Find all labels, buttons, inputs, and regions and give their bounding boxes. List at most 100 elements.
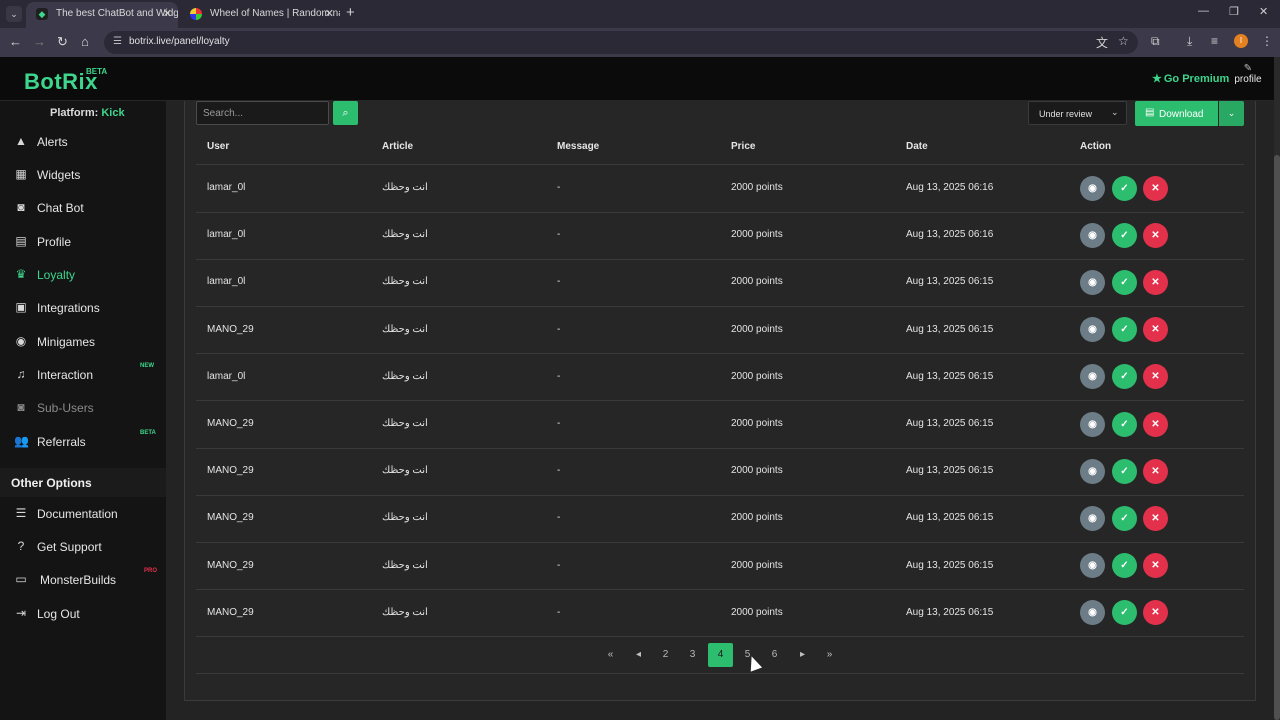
- sidebar-item-log-out[interactable]: ⇥ Log Out: [0, 599, 166, 629]
- sidebar-item-documentation[interactable]: ☰ Documentation: [0, 499, 166, 529]
- download-icon[interactable]: ⤓: [1187, 34, 1192, 49]
- reload-icon[interactable]: ↻: [57, 34, 68, 50]
- approve-button[interactable]: ✓: [1112, 317, 1137, 343]
- prev-page-icon[interactable]: ◂: [626, 643, 651, 667]
- browser-tab[interactable]: Wheel of Names | Random nam ✕: [180, 2, 340, 28]
- forward-icon[interactable]: →: [33, 34, 46, 49]
- cell-message: -: [557, 418, 561, 429]
- view-button[interactable]: ◉: [1080, 505, 1105, 531]
- question-icon: ?: [17, 539, 25, 553]
- sidebar-item-chat-bot[interactable]: ◙ Chat Bot: [0, 193, 166, 223]
- status-filter-value: Under review: [1039, 109, 1093, 119]
- page-2-link[interactable]: 2: [653, 643, 678, 667]
- sidebar-item-interaction[interactable]: ♫ Interaction NEW: [0, 360, 166, 390]
- view-button[interactable]: ◉: [1080, 458, 1105, 484]
- minimize-icon[interactable]: —: [1198, 5, 1209, 17]
- sidebar-item-alerts[interactable]: ▲ Alerts: [0, 127, 166, 157]
- status-filter-select[interactable]: Under review ⌄: [1028, 101, 1127, 125]
- check-icon: ✓: [1120, 465, 1129, 477]
- sidebar-item-integrations[interactable]: ▣ Integrations: [0, 293, 166, 323]
- column-header-price[interactable]: Price: [731, 141, 755, 152]
- profile-link[interactable]: ✎ profile: [1232, 64, 1264, 86]
- cell-price: 2000 points: [731, 182, 783, 193]
- download-dropdown-toggle[interactable]: ⌄: [1219, 101, 1244, 126]
- first-page-icon[interactable]: «: [598, 643, 623, 667]
- view-button[interactable]: ◉: [1080, 411, 1105, 437]
- reject-button[interactable]: ✕: [1143, 458, 1168, 484]
- reject-button[interactable]: ✕: [1143, 222, 1168, 248]
- cell-price: 2000 points: [731, 323, 783, 335]
- reject-button[interactable]: ✕: [1143, 553, 1168, 579]
- page-scrollbar-thumb[interactable]: [1274, 155, 1280, 720]
- approve-button[interactable]: ✓: [1112, 553, 1137, 579]
- view-button[interactable]: ◉: [1080, 222, 1105, 248]
- cell-article: انت وحظك: [382, 512, 428, 524]
- cell-price: 2000 points: [731, 465, 783, 477]
- go-premium-link[interactable]: ★ Go Premium: [1152, 72, 1229, 85]
- home-icon[interactable]: ⌂: [81, 34, 89, 49]
- next-page-icon[interactable]: ▸: [790, 643, 815, 667]
- back-icon[interactable]: ←: [9, 34, 22, 49]
- browser-profile-avatar[interactable]: I: [1234, 34, 1248, 48]
- sidebar-item-monsterbuilds[interactable]: ▭ MonsterBuilds PRO: [0, 565, 166, 595]
- column-header-user[interactable]: User: [207, 141, 229, 152]
- reject-button[interactable]: ✕: [1143, 175, 1168, 201]
- reject-button[interactable]: ✕: [1143, 411, 1168, 437]
- view-button[interactable]: ◉: [1080, 553, 1105, 579]
- reject-button[interactable]: ✕: [1143, 317, 1168, 343]
- bookmark-star-icon[interactable]: ☆: [1118, 34, 1129, 48]
- other-options-header: Other Options: [0, 468, 166, 497]
- column-header-date[interactable]: Date: [906, 141, 928, 152]
- sidebar-item-minigames[interactable]: ◉ Minigames: [0, 327, 166, 357]
- media-icon[interactable]: ≡: [1211, 34, 1218, 48]
- column-header-message[interactable]: Message: [557, 141, 599, 152]
- column-header-article[interactable]: Article: [382, 141, 413, 152]
- last-page-icon[interactable]: »: [817, 643, 842, 667]
- new-tab-icon[interactable]: +: [346, 4, 355, 21]
- view-button[interactable]: ◉: [1080, 317, 1105, 343]
- sidebar-item-profile[interactable]: ▤ Profile: [0, 227, 166, 257]
- cell-article: انت وحظك: [382, 465, 428, 477]
- site-info-icon[interactable]: ☰: [113, 36, 122, 47]
- sidebar-item-get-support[interactable]: ? Get Support: [0, 532, 166, 562]
- approve-button[interactable]: ✓: [1112, 411, 1137, 437]
- tab-close-icon[interactable]: ✕: [325, 2, 334, 26]
- extensions-icon[interactable]: ⧉: [1151, 34, 1160, 49]
- row-divider: [196, 258, 1244, 260]
- view-button[interactable]: ◉: [1080, 269, 1105, 295]
- botrix-favicon-icon: ◆: [36, 8, 48, 20]
- menu-kebab-icon[interactable]: ⋮: [1261, 34, 1273, 48]
- approve-button[interactable]: ✓: [1112, 175, 1137, 201]
- sidebar-item-referrals[interactable]: 👥 Referrals BETA: [0, 427, 166, 457]
- pro-badge: PRO: [144, 568, 158, 574]
- eye-icon: ◉: [1088, 418, 1097, 430]
- page-4-current[interactable]: 4: [708, 643, 733, 667]
- approve-button[interactable]: ✓: [1112, 458, 1137, 484]
- x-icon: ✕: [1151, 371, 1160, 383]
- browser-tab-active[interactable]: ◆ The best ChatBot and Widgets ✕: [26, 2, 178, 28]
- approve-button[interactable]: ✓: [1112, 222, 1137, 248]
- page-6-link[interactable]: 6: [762, 643, 787, 667]
- reject-button[interactable]: ✕: [1143, 269, 1168, 295]
- url-field[interactable]: ☰ botrix.live/panel/loyalty: [104, 31, 1138, 54]
- sidebar-item-widgets[interactable]: ▦ Widgets: [0, 160, 166, 190]
- close-window-icon[interactable]: ✕: [1259, 5, 1268, 18]
- sidebar-item-label: Referrals: [37, 435, 86, 449]
- page-3-link[interactable]: 3: [680, 643, 705, 667]
- approve-button[interactable]: ✓: [1112, 505, 1137, 531]
- sidebar-item-sub-users[interactable]: ◙ Sub-Users: [0, 393, 166, 423]
- cell-message: -: [557, 512, 561, 524]
- sidebar-item-loyalty[interactable]: ♛ Loyalty: [0, 260, 166, 290]
- search-button[interactable]: ⌕: [333, 101, 358, 125]
- eye-icon: ◉: [1088, 229, 1097, 241]
- search-input[interactable]: [196, 101, 329, 125]
- tab-close-icon[interactable]: ✕: [163, 2, 172, 26]
- view-button[interactable]: ◉: [1080, 175, 1105, 201]
- reject-button[interactable]: ✕: [1143, 505, 1168, 531]
- tab-search-button[interactable]: ⌄: [6, 6, 22, 22]
- approve-button[interactable]: ✓: [1112, 269, 1137, 295]
- restore-icon[interactable]: ❐: [1229, 5, 1239, 18]
- download-button[interactable]: ▤ Download: [1135, 101, 1218, 126]
- translate-icon[interactable]: 文: [1096, 34, 1108, 51]
- check-icon: ✓: [1120, 276, 1129, 288]
